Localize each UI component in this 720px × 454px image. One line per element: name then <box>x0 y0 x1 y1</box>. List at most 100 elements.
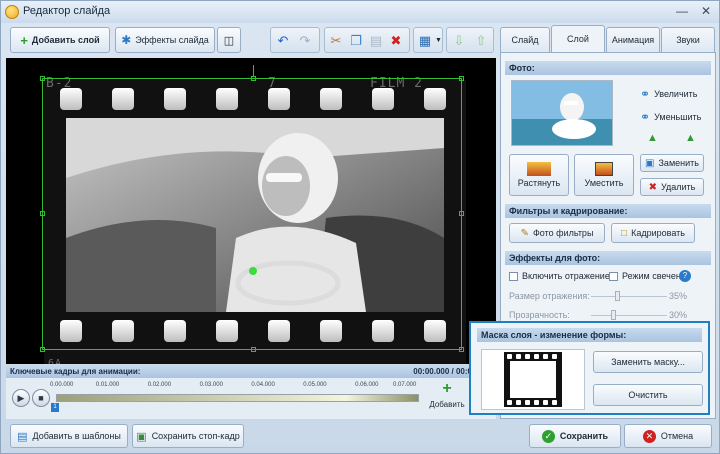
timeline-tick-label: 0.03.000 <box>199 382 223 388</box>
stop-button[interactable]: ■ <box>32 389 50 407</box>
resize-handle[interactable] <box>40 76 45 81</box>
slide-effects-button[interactable]: ✱ Эффекты слайда <box>115 27 215 53</box>
zoom-out-button[interactable]: ⚭ Уменьшить <box>640 110 701 124</box>
tab-animation[interactable]: Анимация <box>606 27 660 53</box>
photo-section-title: Фото: <box>505 61 711 75</box>
slide-editor-window: Редактор слайда — ✕ + Добавить слой ✱ Эф… <box>0 0 720 454</box>
transparency-thumb[interactable] <box>610 310 616 320</box>
rotate-left-icon[interactable]: ▲ <box>647 132 658 144</box>
reflection-size-value: 35% <box>669 291 688 301</box>
chevron-down-icon[interactable]: ▼ <box>435 37 442 44</box>
fit-icon <box>595 162 613 176</box>
crop-icon: □ <box>621 227 628 239</box>
add-keyframe-label: Добавить <box>429 400 465 409</box>
save-frame-label: Сохранить стоп-кадр <box>151 431 240 441</box>
slide-effects-label: Эффекты слайда <box>135 35 209 45</box>
transparency-slider[interactable] <box>591 315 667 316</box>
tab-sounds[interactable]: Звуки <box>661 27 715 53</box>
play-button[interactable]: ▶ <box>12 389 30 407</box>
replace-photo-button[interactable]: ▣ Заменить <box>640 154 704 172</box>
stretch-button[interactable]: Растянуть <box>509 154 569 196</box>
edit-group: ✂ ❐ ▤ ✖ <box>324 27 410 53</box>
title-bar: Редактор слайда — ✕ <box>1 1 719 23</box>
add-keyframe-button[interactable]: + Добавить <box>426 379 468 419</box>
resize-handle[interactable] <box>459 211 464 216</box>
frame-icon: ▣ <box>136 430 147 443</box>
anchor-point[interactable] <box>249 267 257 275</box>
help-icon[interactable]: ? <box>679 270 691 282</box>
filter-icon: ✎ <box>520 227 529 239</box>
reflection-checkbox[interactable]: Включить отражение <box>509 271 610 281</box>
reflection-size-slider[interactable] <box>591 296 667 297</box>
save-button[interactable]: ✓ Сохранить <box>529 424 621 448</box>
timeline-tick-label: 0.05.000 <box>303 382 327 388</box>
film-mask-icon <box>504 352 562 407</box>
align-icon[interactable]: ▦ <box>417 33 433 49</box>
mask-section-title: Маска слоя - изменение формы: <box>477 328 702 342</box>
reflection-size-thumb[interactable] <box>614 291 620 301</box>
crop-label: Кадрировать <box>631 228 685 238</box>
selection-box[interactable] <box>40 65 464 352</box>
screens-icon: ◫ <box>223 34 235 47</box>
resize-handle[interactable] <box>251 347 256 352</box>
image-icon: ▣ <box>645 157 655 169</box>
slide-preview[interactable]: B-2 7 FILM 2 6A <box>6 58 496 364</box>
arrow-down-icon[interactable]: ⇩ <box>451 33 467 49</box>
mask-thumbnail <box>481 349 585 410</box>
stretch-label: Растянуть <box>517 178 561 188</box>
screen-button[interactable]: ◫ <box>217 27 241 53</box>
tab-layer[interactable]: Слой <box>551 25 605 53</box>
keyframes-panel: Ключевые кадры для анимации: 00:00.000 /… <box>6 365 496 419</box>
minimize-icon[interactable]: — <box>671 3 693 20</box>
resize-handle[interactable] <box>459 76 464 81</box>
rotate-right-icon[interactable]: ▲ <box>685 132 696 144</box>
undo-icon[interactable]: ↶ <box>275 33 291 49</box>
tab-slide[interactable]: Слайд <box>500 27 550 53</box>
resize-handle[interactable] <box>40 211 45 216</box>
save-frame-button[interactable]: ▣ Сохранить стоп-кадр <box>132 424 244 448</box>
sparkle-icon: ✱ <box>121 33 132 47</box>
add-layer-button[interactable]: + Добавить слой <box>10 27 110 53</box>
bottom-bar: ▤ Добавить в шаблоны ▣ Сохранить стоп-ка… <box>6 423 716 451</box>
zoom-in-icon: ⚭ <box>640 87 651 101</box>
fit-button[interactable]: Уместить <box>574 154 634 196</box>
add-to-templates-button[interactable]: ▤ Добавить в шаблоны <box>10 424 128 448</box>
arrow-up-icon[interactable]: ⇧ <box>473 33 489 49</box>
copy-icon[interactable]: ❐ <box>348 33 364 49</box>
timeline-tick-label: 0.06.000 <box>355 382 379 388</box>
resize-handle[interactable] <box>459 347 464 352</box>
resize-handle[interactable] <box>40 347 45 352</box>
align-group: ▦ ▼ <box>413 27 443 53</box>
delete-icon: ✖ <box>648 181 657 193</box>
clear-mask-button[interactable]: Очистить <box>593 384 703 406</box>
add-template-label: Добавить в шаблоны <box>32 431 121 441</box>
tab-bar: Слайд Слой Анимация Звуки <box>500 25 716 53</box>
photo-filters-button[interactable]: ✎ Фото фильтры <box>509 223 605 243</box>
cancel-button[interactable]: ✕ Отмена <box>624 424 712 448</box>
paste-icon[interactable]: ▤ <box>368 33 384 49</box>
add-layer-label: Добавить слой <box>31 35 100 45</box>
plus-icon: + <box>442 380 452 397</box>
redo-icon[interactable]: ↷ <box>297 33 313 49</box>
delete-icon[interactable]: ✖ <box>388 33 404 49</box>
replace-mask-button[interactable]: Заменить маску... <box>593 351 703 373</box>
film-label-bottom: 6A <box>48 358 63 364</box>
toolbar: + Добавить слой ✱ Эффекты слайда ◫ ↶ ↷ ✂… <box>6 25 496 55</box>
delete-photo-button[interactable]: ✖ Удалить <box>640 178 704 196</box>
play-icon: ▶ <box>17 393 25 403</box>
cut-icon[interactable]: ✂ <box>328 33 344 49</box>
check-icon: ✓ <box>541 429 555 443</box>
zoom-in-button[interactable]: ⚭ Увеличить <box>640 87 697 101</box>
timeline-track[interactable] <box>56 394 419 402</box>
checkbox-icon <box>509 271 518 281</box>
stretch-icon <box>527 162 551 176</box>
delete-label: Удалить <box>661 182 696 192</box>
keyframe-marker[interactable]: 1 <box>51 403 59 412</box>
effects-section-title: Эффекты для фото: <box>505 251 711 265</box>
plus-icon: + <box>20 32 28 48</box>
thumbnail-image <box>512 81 612 145</box>
close-icon[interactable]: ✕ <box>695 3 717 20</box>
crop-button[interactable]: □ Кадрировать <box>611 223 695 243</box>
transparency-label: Прозрачность: <box>509 310 570 320</box>
rotate-line <box>253 65 254 77</box>
